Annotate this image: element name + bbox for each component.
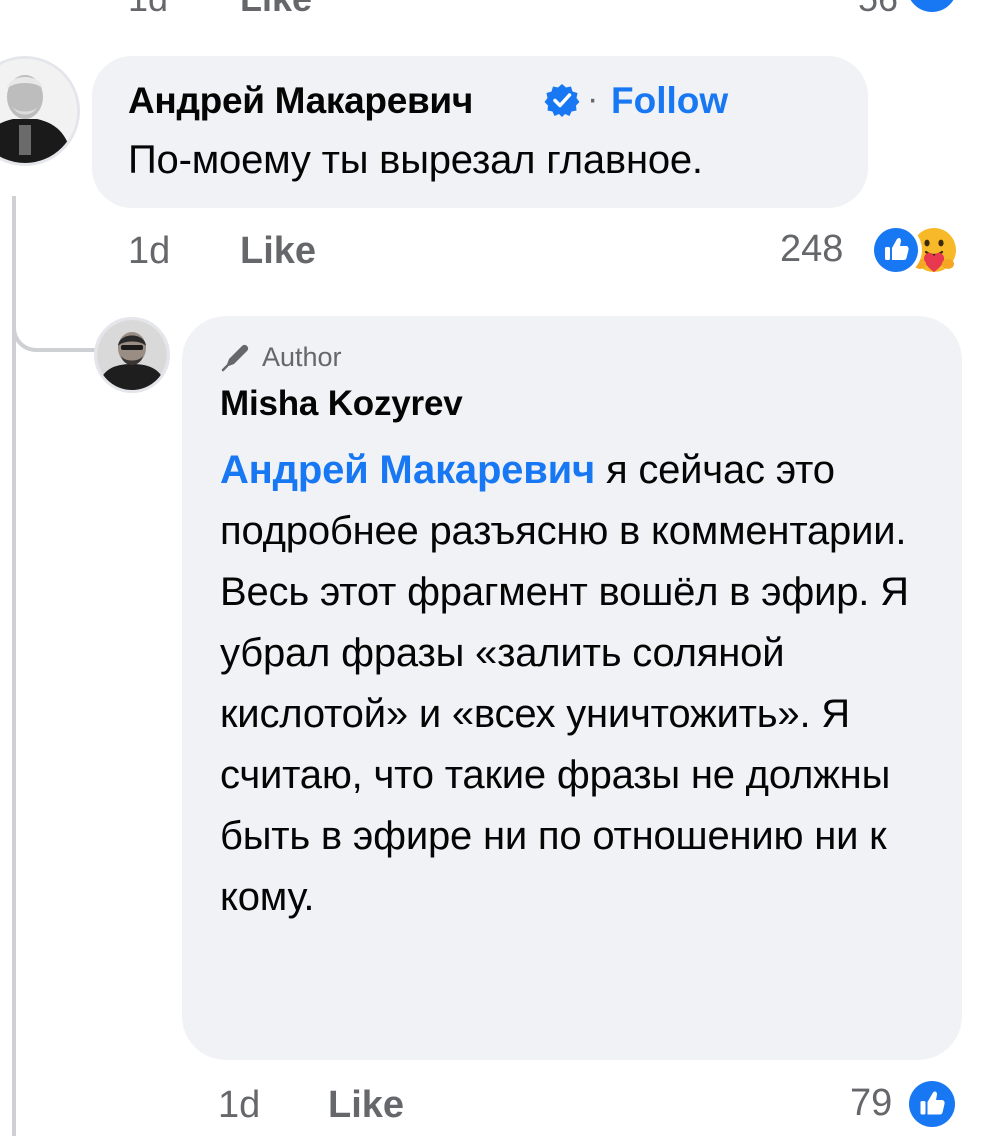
reply-like-button[interactable]: Like	[328, 1084, 404, 1127]
avatar-photo	[97, 320, 167, 390]
like-icon	[870, 224, 922, 276]
like-icon	[906, 0, 958, 16]
comment-bubble	[92, 56, 868, 208]
author-badge-label: Author	[262, 341, 342, 372]
reply-author-name[interactable]: Misha Kozyrev	[220, 384, 463, 424]
mention-link[interactable]: Андрей Макаревич	[220, 448, 595, 492]
author-badge: Author	[220, 340, 342, 374]
comment-author-name[interactable]: Андрей Макаревич	[128, 80, 473, 122]
prev-comment-reaction-count[interactable]: 56	[858, 0, 898, 20]
reply-reaction-count[interactable]: 79	[850, 1082, 892, 1125]
verified-badge-icon	[544, 84, 580, 117]
avatar[interactable]	[0, 56, 80, 166]
like-icon[interactable]	[902, 1076, 962, 1132]
comment-timestamp[interactable]: 1d	[128, 230, 170, 273]
comment-like-button[interactable]: Like	[240, 230, 316, 273]
comment-text: По-моему ты вырезал главное.	[128, 138, 703, 182]
follow-button[interactable]: Follow	[611, 80, 728, 122]
reply-timestamp[interactable]: 1d	[218, 1084, 260, 1127]
reply-text: Андрей Макаревич я сейчас это подробнее …	[220, 440, 935, 928]
thread-connector	[12, 318, 96, 352]
avatar[interactable]	[94, 317, 170, 393]
prev-comment-time: 1d	[128, 0, 168, 20]
prev-comment-like-button[interactable]: Like	[240, 0, 312, 20]
comment-reaction-count[interactable]: 248	[780, 228, 843, 271]
reply-body: я сейчас это подробнее разъясню в коммен…	[220, 448, 909, 919]
avatar-photo	[0, 59, 77, 163]
pen-icon	[221, 344, 249, 372]
separator-dot: ·	[587, 80, 599, 118]
reactions-summary[interactable]	[868, 222, 964, 278]
